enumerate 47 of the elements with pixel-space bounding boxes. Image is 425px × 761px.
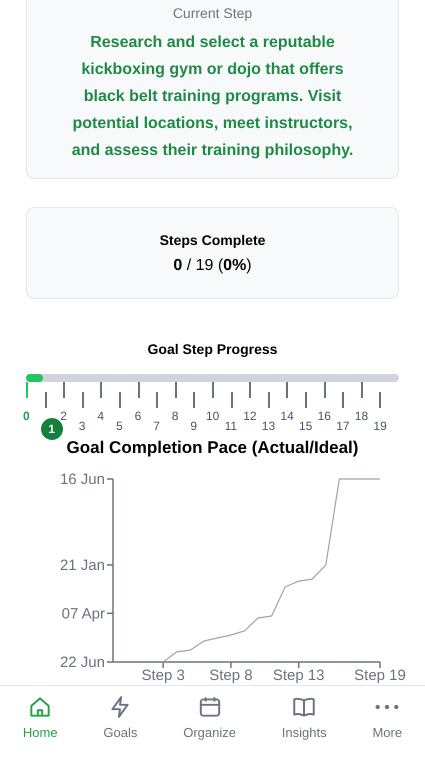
tick-label: 19 bbox=[373, 419, 387, 433]
tick-label: 14 bbox=[280, 409, 294, 423]
tick-label: 5 bbox=[116, 419, 123, 433]
tick-label: 4 bbox=[97, 409, 104, 423]
axis-tick bbox=[107, 661, 113, 663]
axis-tick bbox=[107, 564, 113, 566]
y-tick-label: 07 Apr bbox=[62, 605, 105, 622]
section-title: Goal Step Progress bbox=[146, 340, 278, 359]
tick-label: 11 bbox=[224, 419, 238, 433]
tick-label: 10 bbox=[206, 409, 220, 423]
tick-label: 17 bbox=[336, 419, 350, 433]
y-tick-label: 16 Jun bbox=[60, 471, 105, 488]
tick-label: 13 bbox=[262, 419, 276, 433]
x-tick-label: Step 19 bbox=[354, 667, 406, 684]
tick-label: 8 bbox=[172, 409, 178, 423]
tick-label: 3 bbox=[78, 419, 86, 433]
tick-label: 15 bbox=[299, 419, 312, 433]
y-tick-label: 21 Jan bbox=[60, 556, 105, 574]
y-tick-label: 22 Jun bbox=[60, 654, 105, 671]
x-tick-label: Step 8 bbox=[209, 667, 253, 684]
card-title: Steps Complete bbox=[160, 231, 266, 250]
chart-title: Goal Completion Pace (Actual/Ideal) bbox=[66, 437, 360, 459]
tick-label: 2 bbox=[60, 409, 67, 423]
nav-tab[interactable]: Organize bbox=[183, 694, 236, 743]
axis-tick bbox=[230, 662, 232, 668]
nav-tab[interactable]: More bbox=[372, 694, 402, 743]
current-step-text: Research and select a reputable kickboxing gym or dojo that offers black belt training programs. Visit potential locations, meet instructors, and assess their training philosophy. bbox=[70, 33, 354, 161]
tick-label: 9 bbox=[190, 419, 198, 433]
x-tick-label: Step 13 bbox=[272, 667, 325, 684]
axis-tick bbox=[162, 662, 164, 668]
x-tick-label: Step 3 bbox=[141, 667, 185, 684]
tick-label: 6 bbox=[134, 409, 142, 423]
nav-tab[interactable]: Goals bbox=[103, 694, 138, 743]
nav-tab[interactable]: Insights bbox=[282, 694, 327, 743]
axis-tick bbox=[107, 478, 113, 480]
axis-tick bbox=[298, 662, 300, 668]
steps-count: 0 / 19 (0%) bbox=[173, 256, 252, 276]
card-label: Current Step bbox=[172, 4, 252, 23]
tick-label: 0 bbox=[23, 409, 30, 423]
nav-tab[interactable]: Home bbox=[22, 694, 58, 743]
axis-tick bbox=[107, 612, 113, 614]
tick-label: 12 bbox=[243, 409, 257, 423]
tick-label: 7 bbox=[153, 419, 160, 433]
axis-tick bbox=[379, 662, 381, 668]
tick-label: 18 bbox=[354, 409, 368, 423]
tick-label: 16 bbox=[318, 409, 331, 423]
more-icon bbox=[375, 704, 400, 710]
